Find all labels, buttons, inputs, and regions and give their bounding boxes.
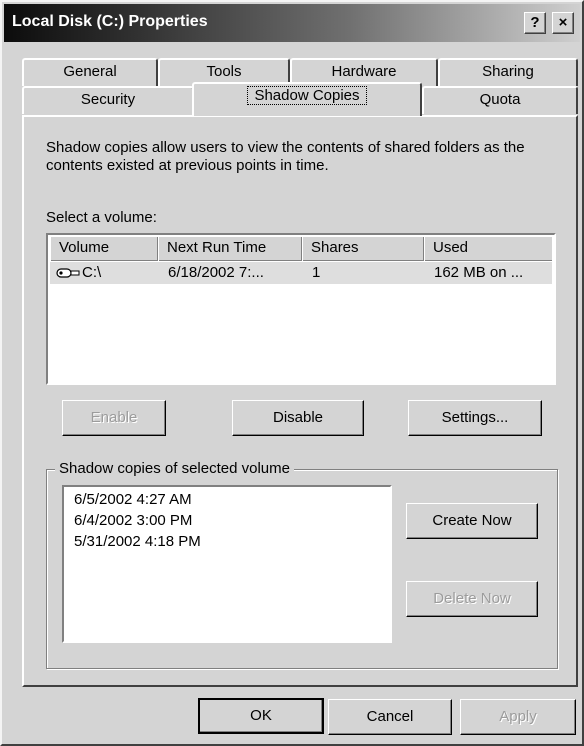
volume-shares: 1 <box>312 264 321 281</box>
hard-drive-icon <box>56 268 80 278</box>
close-button[interactable]: × <box>552 12 574 34</box>
group-title: Shadow copies of selected volume <box>55 460 294 477</box>
shadow-copy-item[interactable]: 6/4/2002 3:00 PM <box>74 510 380 531</box>
create-now-button[interactable]: Create Now <box>406 503 538 539</box>
volume-next-run: 6/18/2002 7:... <box>168 264 264 281</box>
select-volume-label: Select a volume: <box>46 209 157 226</box>
tab-security[interactable]: Security <box>22 86 194 114</box>
volume-used: 162 MB on ... <box>434 264 524 281</box>
description-text: Shadow copies allow users to view the co… <box>46 139 525 174</box>
title-bar[interactable]: Local Disk (C:) Properties ? × <box>4 4 580 42</box>
tab-general[interactable]: General <box>22 58 158 86</box>
delete-now-button[interactable]: Delete Now <box>406 581 538 617</box>
tab-sharing[interactable]: Sharing <box>438 58 578 86</box>
column-header-shares[interactable]: Shares <box>302 237 424 261</box>
volume-list-header: Volume Next Run Time Shares Used <box>50 237 552 261</box>
cancel-button[interactable]: Cancel <box>328 699 452 735</box>
volume-name: C:\ <box>82 264 102 281</box>
shadow-copy-item[interactable]: 5/31/2002 4:18 PM <box>74 531 380 552</box>
column-header-volume[interactable]: Volume <box>50 237 158 261</box>
settings-button[interactable]: Settings... <box>408 400 542 436</box>
shadow-copies-panel: Shadow copies allow users to view the co… <box>22 115 578 687</box>
volume-list[interactable]: Volume Next Run Time Shares Used C:\ 6/1… <box>46 233 556 385</box>
column-header-used[interactable]: Used <box>424 237 554 261</box>
column-header-next-run-time[interactable]: Next Run Time <box>158 237 302 261</box>
tab-shadow-copies[interactable]: Shadow Copies <box>192 82 422 116</box>
help-button[interactable]: ? <box>524 12 546 34</box>
window-title: Local Disk (C:) Properties <box>12 13 208 30</box>
tab-quota[interactable]: Quota <box>422 86 578 114</box>
properties-dialog: Local Disk (C:) Properties ? × General T… <box>0 0 584 746</box>
shadow-copy-item[interactable]: 6/5/2002 4:27 AM <box>74 489 380 510</box>
ok-button[interactable]: OK <box>198 698 324 734</box>
shadow-copies-list[interactable]: 6/5/2002 4:27 AM 6/4/2002 3:00 PM 5/31/2… <box>62 485 392 643</box>
volume-row-c[interactable]: C:\ 6/18/2002 7:... 1 162 MB on ... <box>50 262 552 284</box>
enable-button[interactable]: Enable <box>62 400 166 436</box>
apply-button[interactable]: Apply <box>460 699 576 735</box>
disable-button[interactable]: Disable <box>232 400 364 436</box>
